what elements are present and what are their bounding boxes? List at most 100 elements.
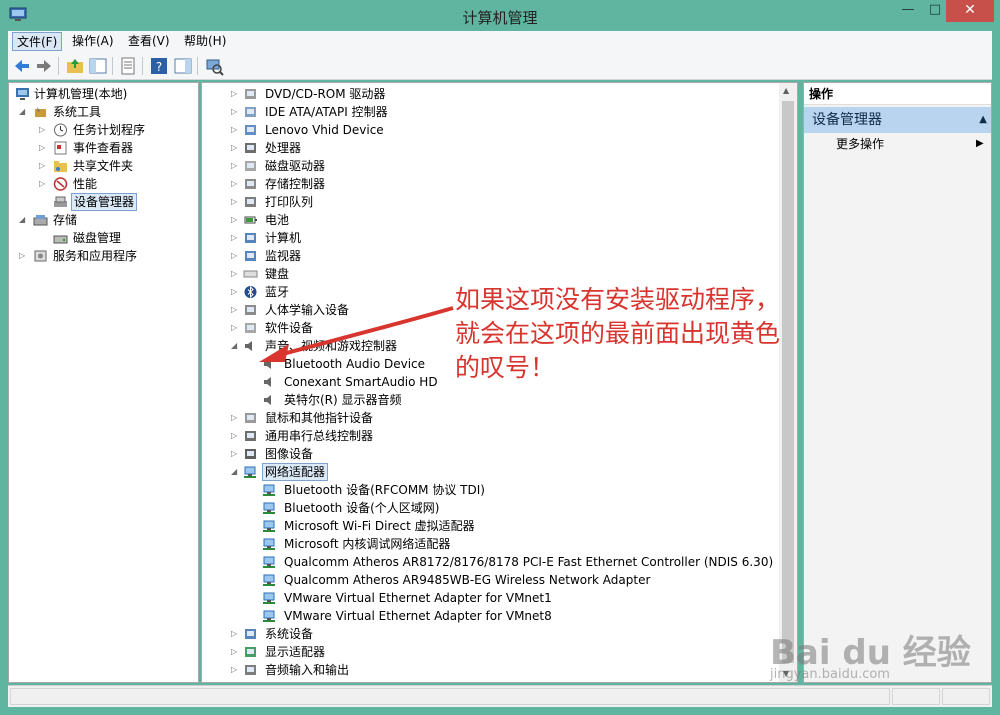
help-icon[interactable]: ? — [149, 56, 169, 76]
system-device-icon — [245, 629, 256, 639]
device-tree-label: 图像设备 — [265, 447, 314, 461]
device-tree-label: 处理器 — [265, 141, 302, 155]
device-tree-label: Conexant SmartAudio HD — [284, 375, 438, 389]
collapse-arrow-icon[interactable]: ◢ — [19, 211, 29, 229]
expand-arrow-icon[interactable]: ▷ — [231, 409, 241, 427]
svg-text:?: ? — [156, 60, 162, 74]
shared-folder-icon — [54, 161, 67, 172]
expand-arrow-icon[interactable]: ▷ — [231, 85, 241, 103]
device-tree-label: 存储控制器 — [265, 177, 326, 191]
bluetooth-icon — [244, 285, 257, 299]
device-tree-label: 磁盘驱动器 — [265, 159, 326, 173]
expand-arrow-icon[interactable]: ▷ — [39, 139, 49, 157]
menu-file[interactable]: 文件(F) — [12, 32, 63, 51]
expand-arrow-icon[interactable]: ▷ — [231, 283, 241, 301]
expand-arrow-icon[interactable]: ▷ — [231, 625, 241, 643]
device-tree-label: Microsoft Wi-Fi Direct 虚拟适配器 — [284, 519, 475, 533]
scan-hardware-icon[interactable] — [204, 56, 224, 76]
event-viewer-icon — [54, 141, 67, 155]
actions-header: 操作 — [804, 83, 991, 105]
status-segment-2 — [892, 688, 940, 705]
menu-help[interactable]: 帮助(H) — [180, 32, 230, 51]
baidu-watermark: Bai du 经验 jingyan.baidu.com — [770, 625, 990, 685]
device-tree-label: Bluetooth 设备(RFCOMM 协议 TDI) — [284, 483, 485, 497]
expand-arrow-icon[interactable]: ▷ — [231, 427, 241, 445]
expand-arrow-icon[interactable]: ▷ — [231, 229, 241, 247]
properties-icon[interactable] — [118, 56, 138, 76]
keyboard-icon — [243, 270, 258, 278]
device-tree-label: 音频输入和输出 — [265, 663, 350, 677]
collapse-arrow-icon[interactable]: ◢ — [19, 103, 29, 121]
device-manager-icon — [54, 196, 67, 207]
expand-arrow-icon[interactable]: ▷ — [39, 175, 49, 193]
forward-arrow-icon[interactable] — [34, 56, 54, 76]
storage-controller-icon — [245, 179, 256, 189]
usb-icon — [245, 431, 256, 441]
network-adapter-icon — [263, 520, 275, 532]
network-adapter-icon — [263, 502, 275, 514]
disk-management-icon — [53, 235, 68, 244]
more-actions-item[interactable]: 更多操作 — [836, 135, 884, 153]
device-tree-label: 打印队列 — [265, 195, 314, 209]
submenu-arrow-icon[interactable]: ▶ — [976, 135, 984, 153]
collapse-up-icon[interactable]: ▲ — [979, 107, 987, 133]
collapse-arrow-icon[interactable]: ◢ — [231, 337, 241, 355]
device-tree-label: Qualcomm Atheros AR9485WB-EG Wireless Ne… — [284, 573, 651, 587]
network-adapter-icon — [263, 484, 275, 496]
device-tree-label: 蓝牙 — [265, 285, 290, 299]
actions-pane: 操作 设备管理器 ▲ 更多操作 ▶ — [803, 82, 992, 683]
speaker-icon — [264, 395, 271, 405]
maximize-button[interactable]: □ — [922, 0, 948, 22]
device-tree-label: VMware Virtual Ethernet Adapter for VMne… — [284, 609, 552, 623]
menu-view[interactable]: 查看(V) — [124, 32, 174, 51]
device-tree-label: 计算机 — [265, 231, 302, 245]
status-segment-3 — [942, 688, 990, 705]
expand-arrow-icon[interactable]: ▷ — [19, 247, 29, 265]
device-tree-label: 显示适配器 — [265, 645, 326, 659]
show-hide-tree-icon[interactable] — [88, 56, 108, 76]
expand-arrow-icon[interactable]: ▷ — [231, 445, 241, 463]
expand-arrow-icon[interactable]: ▷ — [231, 139, 241, 157]
clock-icon — [54, 123, 67, 137]
expand-arrow-icon[interactable]: ▷ — [231, 157, 241, 175]
display-adapter-icon — [245, 647, 256, 657]
actions-section-label: 设备管理器 — [812, 112, 882, 128]
device-tree-label: 系统设备 — [265, 627, 314, 641]
device-tree-label: 通用串行总线控制器 — [265, 429, 374, 443]
disk-drive-icon — [245, 161, 256, 171]
processor-icon — [245, 143, 256, 153]
expand-arrow-icon[interactable]: ▷ — [231, 265, 241, 283]
speaker-icon — [264, 377, 271, 387]
expand-arrow-icon[interactable]: ▷ — [231, 103, 241, 121]
show-action-pane-icon[interactable] — [173, 56, 193, 76]
expand-arrow-icon[interactable]: ▷ — [231, 319, 241, 337]
expand-arrow-icon[interactable]: ▷ — [231, 193, 241, 211]
expand-arrow-icon[interactable]: ▷ — [231, 301, 241, 319]
expand-arrow-icon[interactable]: ▷ — [231, 211, 241, 229]
expand-arrow-icon[interactable]: ▷ — [231, 247, 241, 265]
expand-arrow-icon[interactable]: ▷ — [231, 643, 241, 661]
network-adapter-icon — [263, 610, 275, 622]
actions-section-device-manager[interactable]: 设备管理器 ▲ — [804, 107, 991, 133]
back-arrow-icon[interactable] — [12, 56, 32, 76]
minimize-button[interactable]: — — [895, 0, 921, 22]
expand-arrow-icon[interactable]: ▷ — [231, 175, 241, 193]
expand-arrow-icon[interactable]: ▷ — [231, 121, 241, 139]
computer-management-icon — [16, 88, 29, 100]
expand-arrow-icon[interactable]: ▷ — [231, 661, 241, 679]
annotation-text: 如果这项没有安装驱动程序，就会在这项的最前面出现黄色的叹号！ — [455, 285, 781, 382]
collapse-arrow-icon[interactable]: ◢ — [231, 463, 241, 481]
expand-arrow-icon[interactable]: ▷ — [39, 121, 49, 139]
close-button[interactable]: ✕ — [946, 0, 994, 22]
folder-up-icon[interactable] — [65, 56, 85, 76]
hid-device-icon — [245, 125, 256, 135]
expand-arrow-icon[interactable]: ▷ — [39, 157, 49, 175]
device-tree-label: IDE ATA/ATAPI 控制器 — [265, 105, 388, 119]
mouse-icon — [245, 413, 256, 423]
storage-icon — [33, 215, 48, 226]
camera-icon — [245, 449, 256, 459]
system-tools-icon — [35, 107, 46, 117]
scroll-up-arrow-icon[interactable]: ▲ — [783, 86, 789, 95]
menu-action[interactable]: 操作(A) — [68, 32, 118, 51]
services-icon — [34, 250, 47, 262]
